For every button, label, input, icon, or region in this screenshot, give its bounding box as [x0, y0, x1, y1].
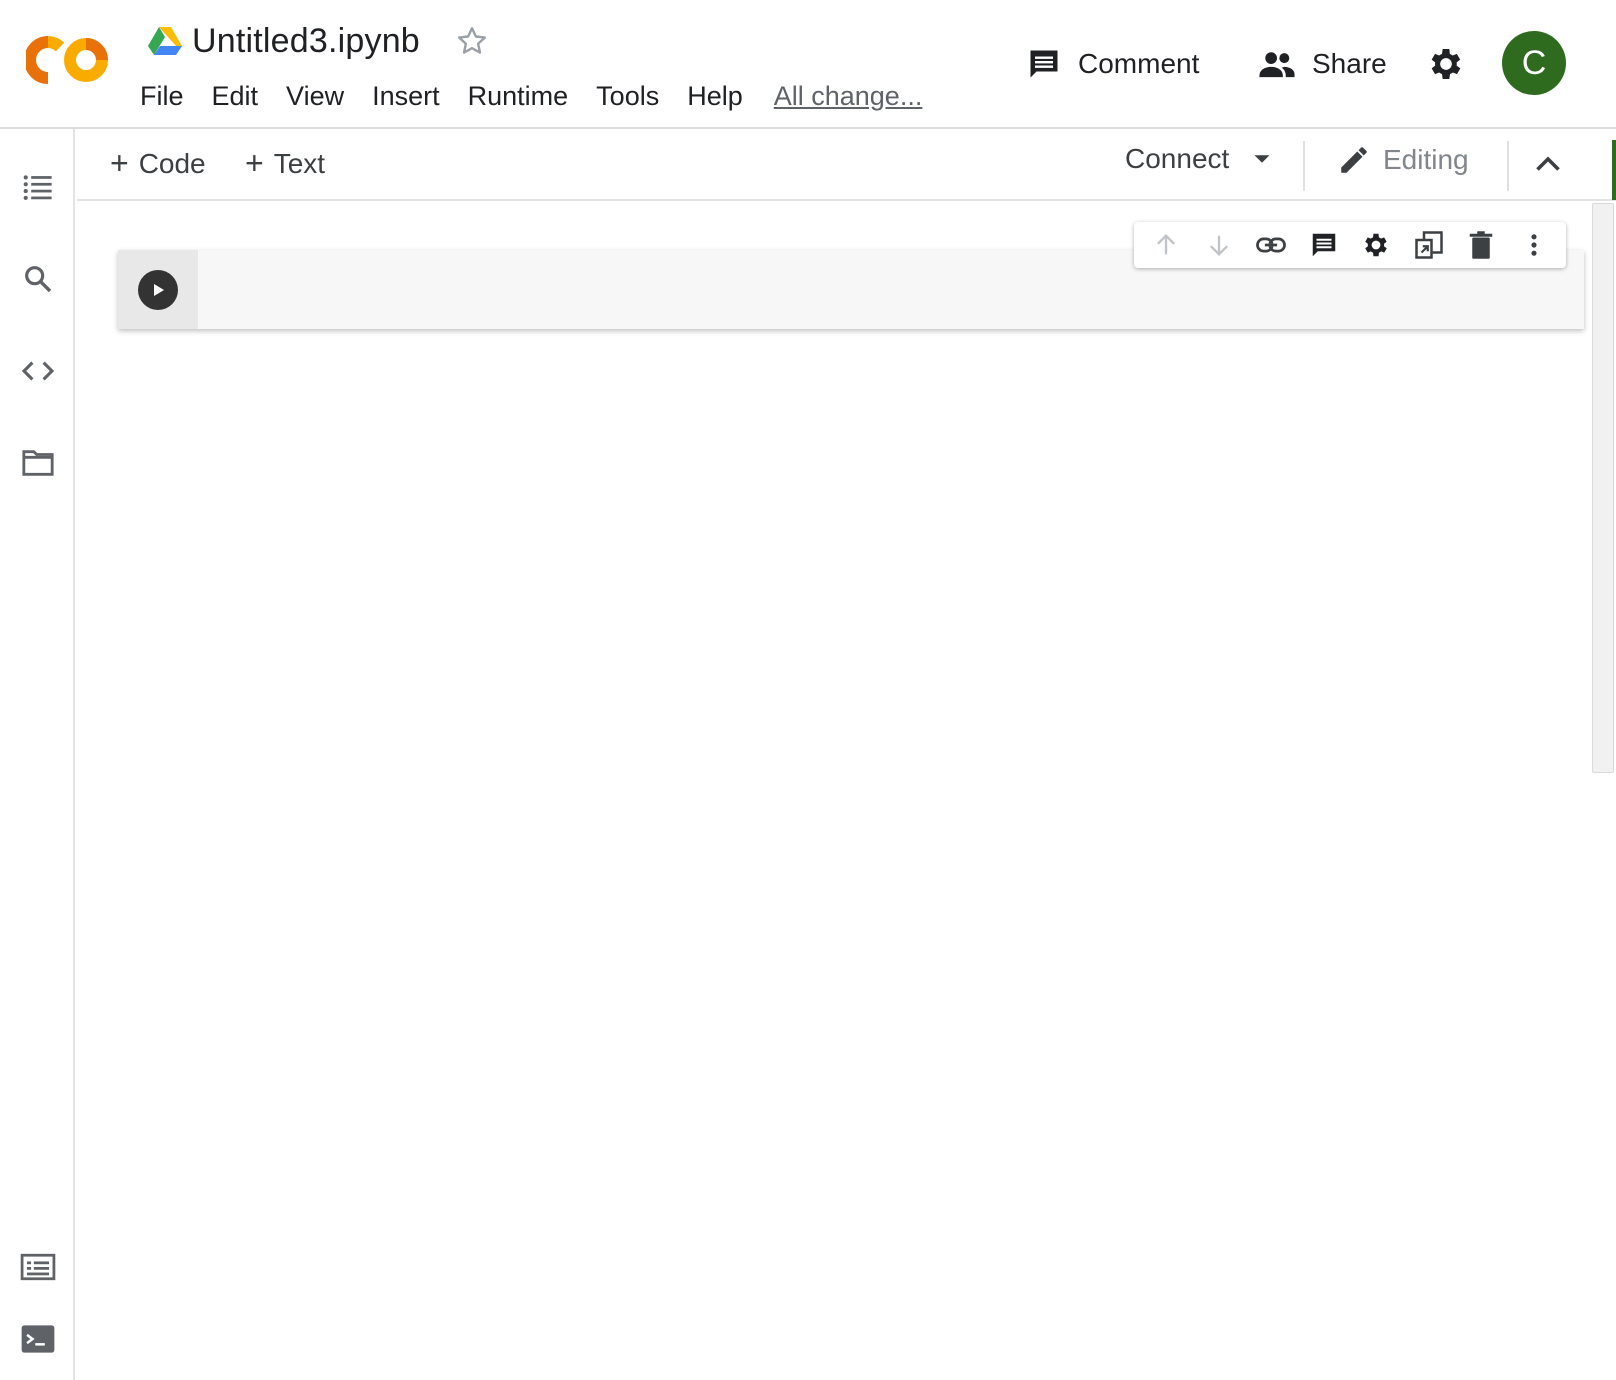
table-of-contents-icon[interactable] [18, 167, 58, 207]
colab-logo[interactable] [26, 34, 110, 86]
menu-bar: File Edit View Insert Runtime Tools Help… [140, 76, 922, 116]
save-status-link[interactable]: All change... [774, 81, 923, 112]
terminal-icon[interactable] [18, 1319, 58, 1359]
add-text-label: Text [273, 147, 326, 179]
share-button[interactable]: Share [1258, 36, 1387, 92]
scrollbar-thumb[interactable] [1592, 203, 1614, 773]
menu-view[interactable]: View [286, 81, 344, 112]
gear-icon [1431, 49, 1461, 79]
code-snippets-icon[interactable] [18, 351, 58, 391]
command-palette-icon[interactable] [18, 1247, 58, 1287]
menu-runtime[interactable]: Runtime [468, 81, 569, 112]
settings-button[interactable] [1426, 36, 1466, 92]
menu-file[interactable]: File [140, 81, 184, 112]
cell-toolbar [1134, 222, 1566, 268]
share-label: Share [1312, 48, 1387, 79]
comment-icon[interactable] [1308, 229, 1340, 261]
google-drive-icon[interactable] [148, 26, 182, 56]
star-icon[interactable] [454, 23, 490, 59]
left-sidebar [0, 129, 75, 1380]
notebook-toolbar: + Code + Text Connect Editing [77, 131, 1616, 201]
menu-insert[interactable]: Insert [372, 81, 440, 112]
mirror-cell-icon[interactable] [1413, 229, 1445, 261]
title-row: Untitled3.ipynb [148, 18, 490, 64]
menu-help[interactable]: Help [687, 81, 743, 112]
add-code-button[interactable]: + Code [110, 145, 206, 182]
settings-icon[interactable] [1360, 229, 1392, 261]
add-text-button[interactable]: + Text [245, 145, 325, 182]
search-icon[interactable] [18, 259, 58, 299]
move-down-icon[interactable] [1203, 229, 1235, 261]
comment-icon [1030, 50, 1058, 78]
plus-icon: + [245, 145, 264, 181]
run-cell-button[interactable] [138, 270, 178, 310]
comment-label: Comment [1078, 48, 1200, 79]
connect-button[interactable]: Connect [1125, 143, 1277, 175]
header: Untitled3.ipynb File Edit View Insert Ru… [0, 0, 1616, 129]
toolbar-divider [1303, 141, 1305, 191]
chevron-down-icon[interactable] [1247, 144, 1277, 174]
play-icon [154, 284, 164, 296]
pencil-icon [1341, 147, 1367, 173]
add-code-label: Code [138, 147, 206, 179]
menu-tools[interactable]: Tools [596, 81, 659, 112]
editing-mode-button[interactable]: Editing [1337, 143, 1469, 177]
move-up-icon[interactable] [1150, 229, 1182, 261]
delete-icon[interactable] [1465, 229, 1497, 261]
avatar[interactable]: C [1502, 31, 1566, 95]
status-edge [1612, 140, 1616, 200]
connect-label: Connect [1125, 143, 1230, 174]
menu-edit[interactable]: Edit [212, 81, 259, 112]
files-icon[interactable] [18, 443, 58, 483]
more-options-icon[interactable] [1518, 229, 1550, 261]
chevron-up-icon[interactable] [1530, 147, 1566, 183]
toolbar-divider [1507, 141, 1509, 191]
plus-icon: + [110, 145, 129, 181]
link-icon[interactable] [1255, 229, 1287, 261]
people-icon [1259, 52, 1295, 78]
comment-button[interactable]: Comment [1026, 36, 1199, 92]
notebook-title[interactable]: Untitled3.ipynb [192, 22, 420, 61]
editing-label: Editing [1383, 144, 1469, 175]
